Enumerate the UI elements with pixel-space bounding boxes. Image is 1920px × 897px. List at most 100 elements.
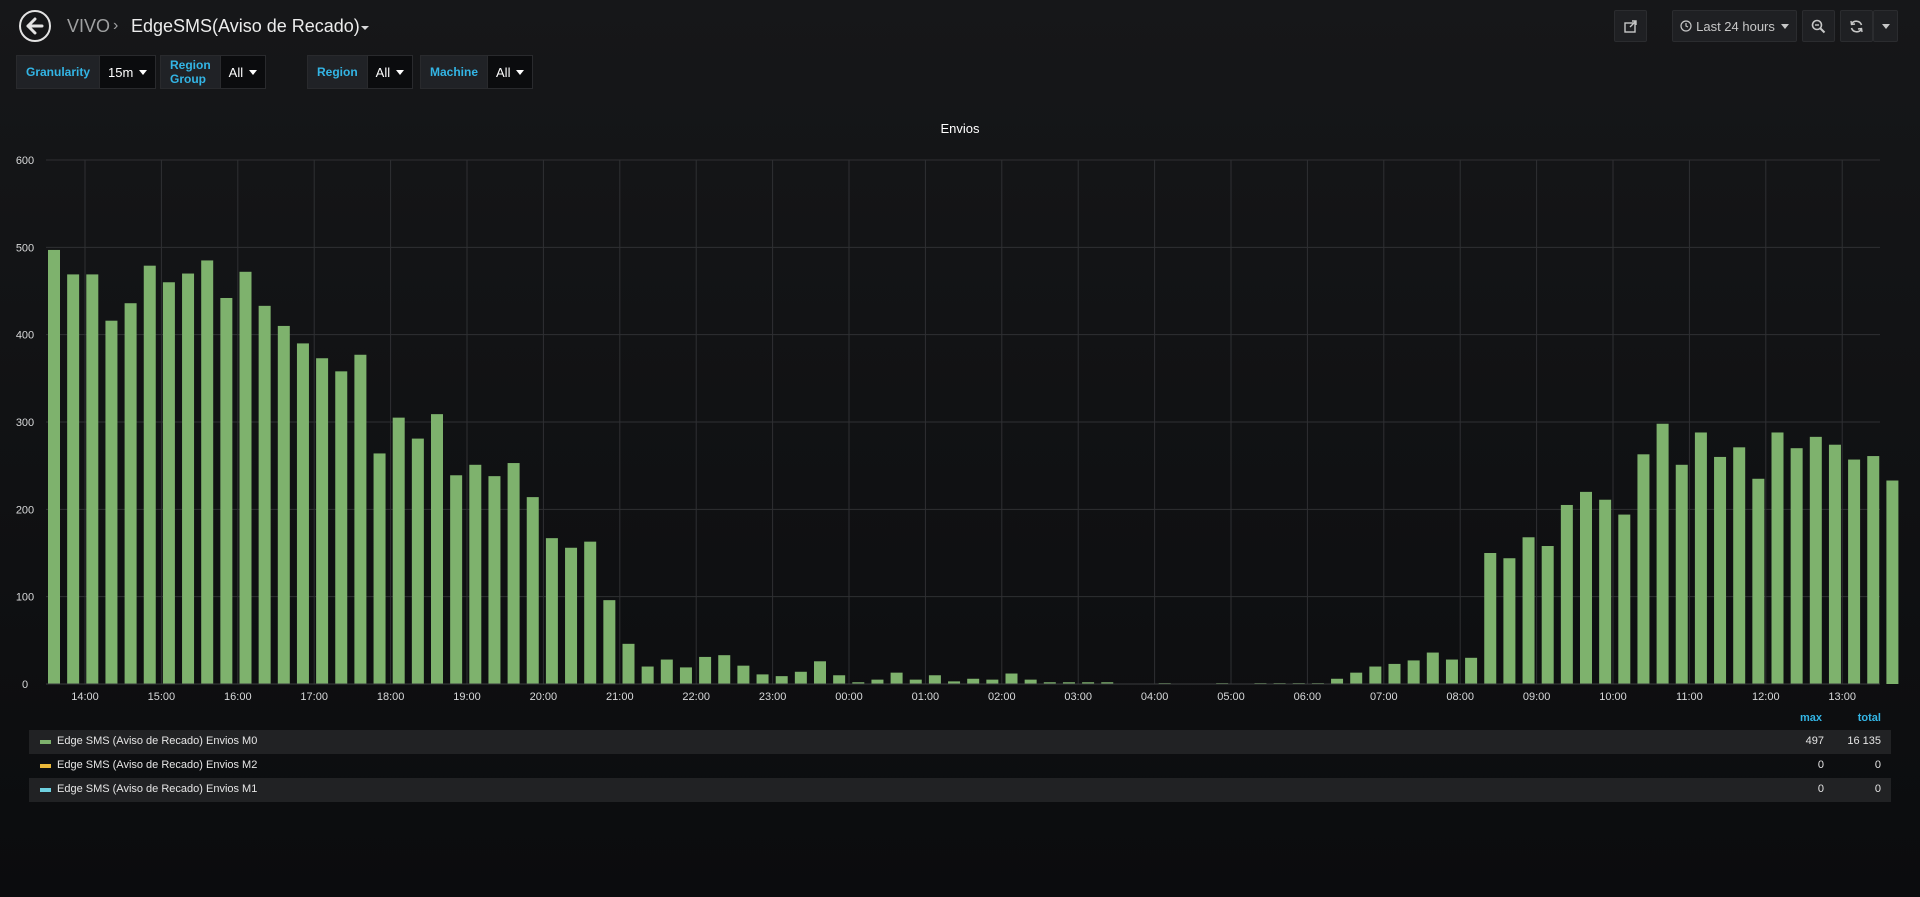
chart-bar: [1465, 657, 1478, 684]
legend-max-value: 0: [1817, 783, 1824, 795]
chart-bar: [775, 676, 788, 684]
chart-bar: [1541, 546, 1554, 684]
chart-bar: [1484, 553, 1497, 684]
series-color-swatch[interactable]: [40, 740, 51, 744]
y-tick-label: 300: [16, 417, 34, 429]
chart-bar: [871, 679, 884, 684]
legend-max-value: 497: [1805, 735, 1824, 747]
zoom-out-icon: [1811, 19, 1826, 33]
chart-bar: [239, 271, 252, 684]
chart-bar: [737, 665, 750, 684]
x-tick-label: 09:00: [1523, 691, 1551, 700]
chevron-down-icon[interactable]: [361, 26, 369, 30]
variable-value: All: [496, 64, 511, 80]
legend-row-m2[interactable]: Edge SMS (Aviso de Recado) Envios M2 0 0: [29, 754, 1891, 778]
chart-bar: [1331, 678, 1344, 684]
x-tick-label: 04:00: [1141, 691, 1169, 700]
legend-total-value: 0: [1874, 759, 1881, 771]
variable-value: All: [375, 64, 391, 80]
legend-series-name[interactable]: Edge SMS (Aviso de Recado) Envios M2: [57, 759, 257, 771]
chart-bar: [1771, 432, 1784, 684]
x-tick-label: 05:00: [1217, 691, 1245, 700]
share-button[interactable]: [1614, 10, 1647, 42]
caret-down-icon: [1881, 23, 1890, 29]
chart-bar: [1848, 459, 1861, 684]
chart-bar: [986, 679, 999, 684]
series-color-swatch[interactable]: [40, 764, 51, 768]
variable-label: Machine: [420, 55, 489, 89]
refresh-interval-button[interactable]: [1873, 10, 1898, 42]
chart-bar: [411, 438, 424, 684]
envios-bar-chart: 0 100 200 300 400 500 600 14:00 15:00 16:00 17:00 1…: [16, 155, 1899, 700]
caret-down-icon: [139, 69, 148, 75]
chart-bar: [1407, 660, 1420, 684]
chart-bar: [182, 273, 195, 684]
legend-max-header[interactable]: max: [1800, 712, 1822, 724]
chart-bar: [890, 672, 903, 684]
y-tick-label: 600: [16, 155, 34, 167]
y-tick-label: 100: [16, 592, 34, 604]
variable-granularity: Granularity 15m: [16, 55, 157, 89]
chart-bar: [1580, 491, 1592, 684]
chart-bar: [1445, 659, 1458, 684]
chart-bar: [928, 675, 941, 684]
x-tick-label: 07:00: [1370, 691, 1398, 700]
series-color-swatch[interactable]: [40, 788, 51, 792]
chart-bar: [1828, 444, 1841, 684]
caret-down-icon: [1780, 23, 1789, 29]
zoom-out-button[interactable]: [1802, 10, 1835, 42]
legend-row-m0[interactable]: Edge SMS (Aviso de Recado) Envios M0 497…: [29, 730, 1891, 754]
panel-title[interactable]: Envios: [0, 121, 1920, 136]
time-picker-button[interactable]: Last 24 hours: [1672, 10, 1797, 42]
time-range-label: Last 24 hours: [1696, 18, 1775, 34]
legend-total-header[interactable]: total: [1858, 712, 1881, 724]
x-tick-label: 17:00: [300, 691, 328, 700]
chart-bar: [814, 661, 826, 684]
breadcrumb-folder[interactable]: VIVO: [67, 16, 110, 37]
arrow-left-icon: [26, 17, 44, 35]
legend-row-m1[interactable]: Edge SMS (Aviso de Recado) Envios M1 0 0: [29, 778, 1891, 802]
granularity-select[interactable]: 15m: [100, 55, 157, 89]
chart-bar: [1637, 454, 1650, 684]
chart-bar: [162, 282, 175, 684]
refresh-button[interactable]: [1840, 10, 1873, 42]
x-tick-label: 08:00: [1446, 691, 1474, 700]
chart-bar: [431, 414, 443, 684]
x-tick-label: 16:00: [224, 691, 252, 700]
x-tick-label: 12:00: [1752, 691, 1780, 700]
y-tick-label: 0: [22, 679, 28, 691]
legend-header: max total: [1691, 712, 1891, 728]
chart-bar: [1426, 652, 1439, 684]
back-button[interactable]: [19, 10, 51, 42]
chart-bar: [967, 678, 980, 684]
chart-bar: [565, 547, 578, 684]
chart-bar: [373, 453, 386, 684]
chart-bar: [1350, 672, 1363, 684]
dashboard-title[interactable]: EdgeSMS(Aviso de Recado): [131, 16, 360, 37]
chart-bar: [277, 325, 290, 684]
chart-bar: [660, 659, 673, 684]
caret-down-icon: [516, 69, 525, 75]
chart-bar: [718, 655, 731, 684]
x-tick-label: 15:00: [148, 691, 176, 700]
chart-bar: [794, 671, 807, 684]
legend-max-value: 0: [1817, 759, 1824, 771]
x-tick-label: 20:00: [530, 691, 558, 700]
legend-series-name[interactable]: Edge SMS (Aviso de Recado) Envios M1: [57, 783, 257, 795]
region-select[interactable]: All: [367, 55, 414, 89]
chart-bar: [258, 305, 271, 684]
chart-bar: [1503, 558, 1516, 684]
chart-bar: [354, 354, 367, 684]
x-tick-label: 03:00: [1064, 691, 1092, 700]
variable-label: Granularity: [16, 55, 101, 89]
refresh-icon: [1850, 19, 1863, 33]
chart-bar: [679, 667, 692, 684]
legend-series-name[interactable]: Edge SMS (Aviso de Recado) Envios M0: [57, 735, 257, 747]
chart-bar: [1886, 480, 1899, 684]
chart-bar: [1599, 499, 1612, 684]
region-group-select[interactable]: All: [220, 55, 267, 89]
chart-bar: [1675, 464, 1688, 684]
x-tick-label: 18:00: [377, 691, 405, 700]
machine-select[interactable]: All: [488, 55, 534, 89]
variable-label: Region: [307, 55, 368, 89]
